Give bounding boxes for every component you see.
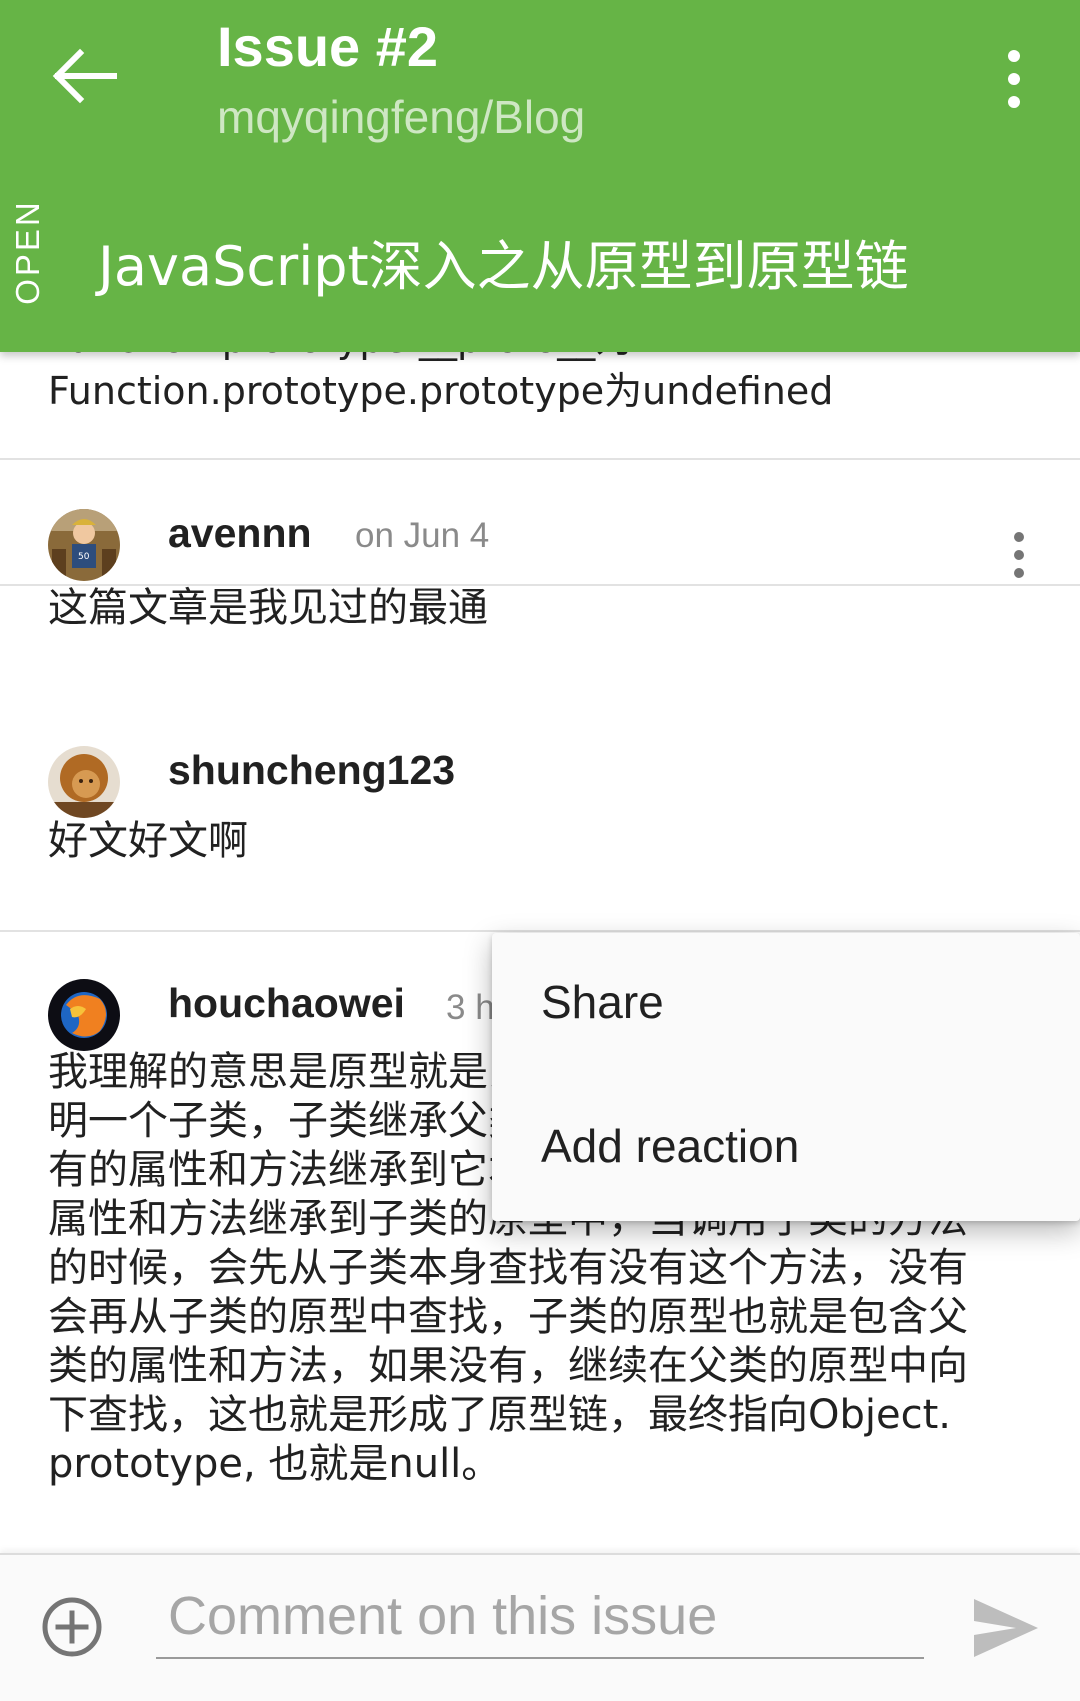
user-avatar-image (48, 746, 120, 818)
repository-name[interactable]: mqyqingfeng/Blog (217, 90, 585, 144)
user-avatar-image: 50 (48, 509, 120, 581)
menu-item-share[interactable]: Share (492, 933, 1080, 1077)
comment-item: shuncheng123 好文好文啊 (0, 696, 1080, 932)
avatar[interactable] (48, 746, 120, 818)
menu-item-label: Share (541, 976, 664, 1028)
previous-comment-tail: Function.prototype.__proto__为 Function.p… (0, 352, 1080, 460)
menu-item-add-reaction[interactable]: Add reaction (492, 1077, 1080, 1221)
send-icon (974, 1599, 1038, 1657)
comment-item: 50 avennn on Jun 4 这篇文章是我见过的最通 (0, 460, 1080, 631)
more-vert-icon (1014, 532, 1024, 578)
avatar[interactable] (48, 979, 120, 1051)
comment-author[interactable]: shuncheng123 (168, 747, 455, 794)
add-attachment-button[interactable] (38, 1593, 106, 1661)
menu-item-label: Add reaction (541, 1120, 800, 1172)
comment-body: 好文好文啊 (48, 818, 248, 864)
comment-compose-bar (0, 1553, 1080, 1701)
user-avatar-image (48, 979, 120, 1051)
comment-author[interactable]: houchaowei (168, 980, 405, 1027)
avatar[interactable]: 50 (48, 509, 120, 581)
app-bar: Issue #2 mqyqingfeng/Blog OPEN JavaScrip… (0, 0, 1080, 352)
comment-popup-menu: Share Add reaction (492, 933, 1080, 1221)
comment-body: 这篇文章是我见过的最通 (48, 585, 488, 631)
back-button[interactable] (44, 36, 124, 116)
issue-number-title: Issue #2 (217, 15, 439, 78)
comment-time: on Jun 4 (355, 516, 490, 555)
svg-text:50: 50 (78, 552, 90, 562)
send-button[interactable] (970, 1593, 1042, 1663)
comment-author[interactable]: avennn (168, 510, 312, 557)
comment-list[interactable]: Function.prototype.__proto__为 Function.p… (0, 352, 1080, 1553)
more-vert-icon (1008, 50, 1020, 108)
issue-heading: JavaScript深入之从原型到原型链 (98, 235, 909, 298)
issue-state-label: OPEN (9, 199, 46, 305)
comment-input[interactable] (156, 1575, 924, 1659)
overflow-menu-button[interactable] (992, 44, 1036, 114)
arrow-left-icon (52, 48, 117, 104)
previous-comment-text: Function.prototype.prototype为undefined (48, 369, 834, 413)
add-circle-icon (42, 1597, 102, 1657)
issue-state-badge: OPEN (2, 192, 54, 312)
comment-menu-button[interactable] (1002, 528, 1036, 582)
